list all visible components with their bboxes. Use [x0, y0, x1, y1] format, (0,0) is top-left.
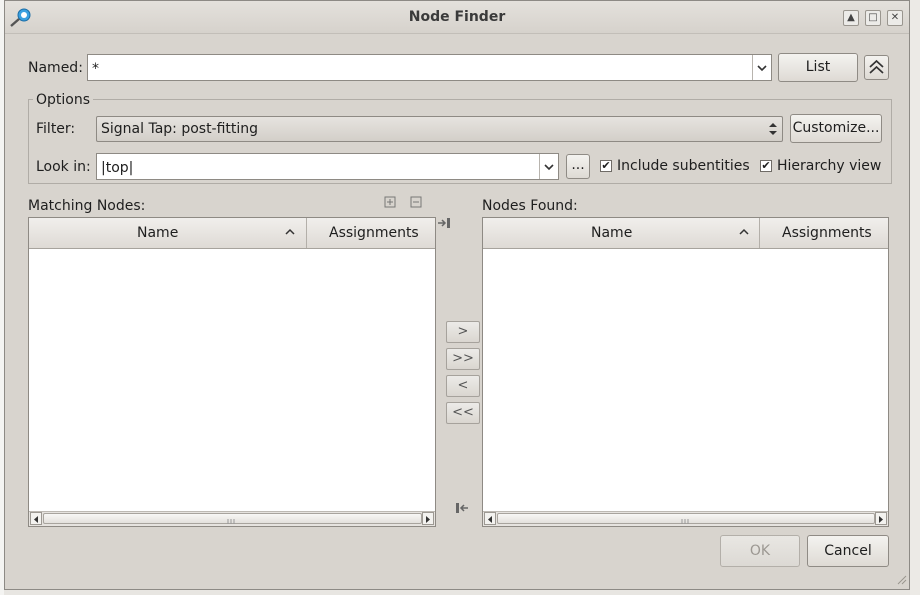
background-window-right-edge — [910, 0, 920, 595]
remove-all-button[interactable]: << — [446, 402, 480, 424]
lookin-dropdown-arrow[interactable] — [539, 154, 558, 179]
sort-ascending-icon — [739, 228, 749, 235]
copy-back-icon[interactable] — [455, 502, 469, 514]
lookin-combo[interactable]: |top| — [96, 153, 559, 180]
include-subentities-label[interactable]: Include subentities — [617, 158, 750, 174]
title-bar[interactable]: Node Finder ▲ □ ✕ — [5, 1, 909, 34]
scroll-right-arrow[interactable] — [875, 512, 887, 525]
filter-label: Filter: — [36, 121, 76, 137]
chevron-down-icon — [544, 164, 554, 171]
scroll-left-arrow[interactable] — [484, 512, 496, 525]
add-selected-button[interactable]: > — [446, 321, 480, 343]
filter-combo[interactable]: Signal Tap: post-fitting — [96, 116, 783, 142]
named-label: Named: — [28, 60, 83, 76]
nodes-found-header: Name Assignments — [483, 218, 888, 249]
filter-value: Signal Tap: post-fitting — [101, 121, 259, 137]
options-group-label: Options — [33, 92, 94, 108]
scroll-thumb[interactable] — [43, 513, 422, 524]
column-separator[interactable] — [306, 218, 307, 248]
named-combo[interactable]: * — [87, 54, 772, 81]
matching-nodes-table[interactable]: Name Assignments — [28, 217, 436, 527]
ok-button[interactable]: OK — [720, 535, 800, 567]
collapse-all-icon[interactable] — [410, 196, 422, 208]
nodes-found-table[interactable]: Name Assignments — [482, 217, 889, 527]
cancel-button[interactable]: Cancel — [807, 535, 889, 567]
chevron-down-icon — [757, 65, 767, 72]
add-all-button[interactable]: >> — [446, 348, 480, 370]
window-close-button[interactable]: ✕ — [887, 10, 903, 26]
copy-selected-icon[interactable] — [437, 217, 451, 229]
scroll-right-arrow[interactable] — [422, 512, 434, 525]
named-value: * — [92, 61, 99, 77]
expand-all-icon[interactable] — [384, 196, 396, 208]
remove-selected-button[interactable]: < — [446, 375, 480, 397]
matching-nodes-hscrollbar[interactable] — [29, 511, 435, 526]
named-dropdown-arrow[interactable] — [752, 55, 771, 80]
window-title: Node Finder — [408, 9, 506, 25]
lookin-value: |top| — [101, 160, 134, 176]
window-help-button[interactable]: ▲ — [843, 10, 859, 26]
column-header-assignments[interactable]: Assignments — [782, 225, 872, 241]
up-down-arrows-icon — [769, 123, 777, 135]
scroll-thumb[interactable] — [497, 513, 875, 524]
customize-button[interactable]: Customize... — [790, 114, 882, 143]
hierarchy-view-label[interactable]: Hierarchy view — [777, 158, 881, 174]
double-chevron-up-icon — [869, 59, 884, 74]
browse-hierarchy-button[interactable]: ... — [566, 154, 590, 179]
lookin-label: Look in: — [36, 159, 91, 175]
hierarchy-view-checkbox[interactable]: ✔ — [760, 160, 772, 172]
resize-grip-icon[interactable] — [895, 573, 907, 585]
window-maximize-button[interactable]: □ — [865, 10, 881, 26]
scroll-left-arrow[interactable] — [30, 512, 42, 525]
column-header-name[interactable]: Name — [591, 225, 632, 241]
column-header-name[interactable]: Name — [137, 225, 178, 241]
column-separator[interactable] — [759, 218, 760, 248]
matching-nodes-label: Matching Nodes: — [28, 198, 146, 214]
column-header-assignments[interactable]: Assignments — [329, 225, 419, 241]
nodes-found-hscrollbar[interactable] — [483, 511, 888, 526]
collapse-options-button[interactable] — [864, 55, 889, 80]
node-finder-dialog: Node Finder ▲ □ ✕ Named: * List Options … — [4, 0, 910, 590]
nodes-found-label: Nodes Found: — [482, 198, 578, 214]
sort-ascending-icon — [285, 228, 295, 235]
list-button[interactable]: List — [778, 53, 858, 82]
matching-nodes-header: Name Assignments — [29, 218, 435, 249]
include-subentities-checkbox[interactable]: ✔ — [600, 160, 612, 172]
